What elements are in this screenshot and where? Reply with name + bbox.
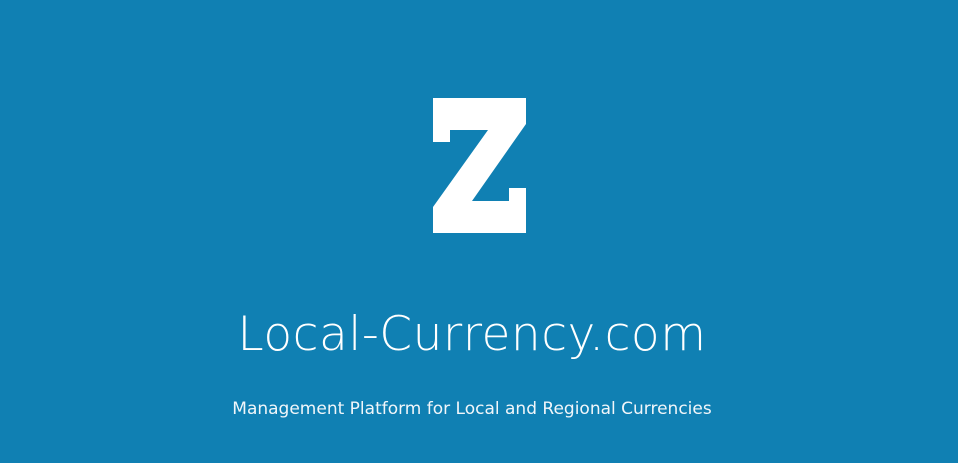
z-logo-icon — [433, 98, 526, 233]
site-tagline: Management Platform for Local and Region… — [232, 399, 712, 419]
site-title: Local-Currency.com — [237, 307, 707, 362]
